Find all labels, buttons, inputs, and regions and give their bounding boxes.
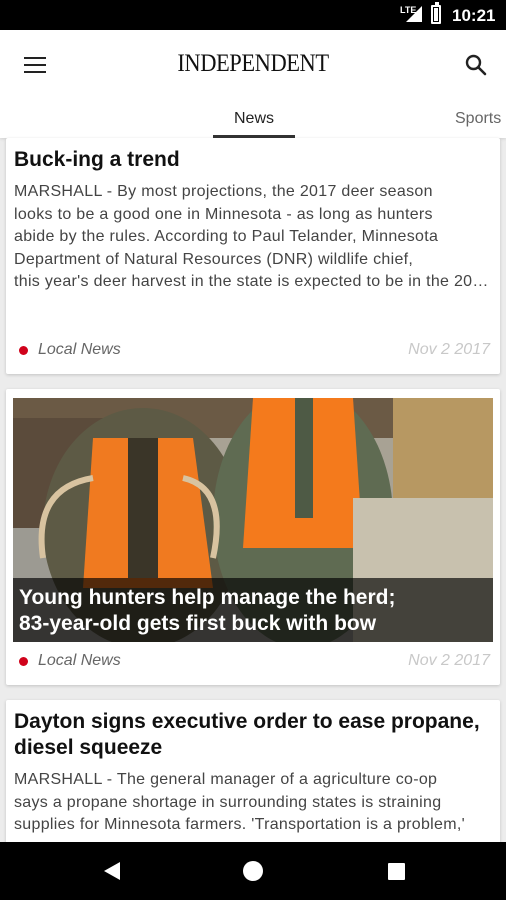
article-category[interactable]: Local News xyxy=(38,341,121,359)
article-excerpt: MARSHALL - By most projections, the 2017… xyxy=(14,181,492,294)
article-card[interactable]: Dayton signs executive order to ease pro… xyxy=(6,700,500,860)
article-excerpt: MARSHALL - The general manager of a agri… xyxy=(14,769,492,837)
article-title: Buck-ing a trend xyxy=(14,148,180,171)
back-icon[interactable] xyxy=(104,862,120,880)
excerpt-line: looks to be a good one in Minnesota - as… xyxy=(14,205,433,223)
excerpt-line: says a propane shortage in surrounding s… xyxy=(14,793,442,811)
title-line: Young hunters help manage the herd; xyxy=(19,586,396,609)
excerpt-line: supplies for Minnesota farmers. 'Transpo… xyxy=(14,816,465,834)
article-photo[interactable]: Young hunters help manage the herd; 83-y… xyxy=(13,398,493,642)
article-meta: Local News Nov 2 2017 xyxy=(14,651,490,671)
title-line: diesel squeeze xyxy=(14,736,163,759)
title-line: Dayton signs executive order to ease pro… xyxy=(14,710,480,733)
article-category[interactable]: Local News xyxy=(38,652,121,670)
recents-icon[interactable] xyxy=(388,863,405,880)
tab-news[interactable]: News xyxy=(213,110,295,138)
article-date: Nov 2 2017 xyxy=(408,341,490,358)
system-nav-bar xyxy=(0,842,506,900)
app-title: INDEPENDENT xyxy=(177,50,329,77)
status-bar: LTE 10:21 xyxy=(0,0,506,30)
excerpt-line: MARSHALL - The general manager of a agri… xyxy=(14,771,438,788)
excerpt-line: this year's deer harvest in the state is… xyxy=(14,273,492,291)
article-card[interactable]: Buck-ing a trend MARSHALL - By most proj… xyxy=(6,138,500,374)
clock: 10:21 xyxy=(452,6,496,25)
article-title: Young hunters help manage the herd; 83-y… xyxy=(19,585,487,637)
home-icon[interactable] xyxy=(243,861,263,881)
article-date: Nov 2 2017 xyxy=(408,652,490,669)
excerpt-line: Department of Natural Resources (DNR) wi… xyxy=(14,250,414,268)
article-meta: Local News Nov 2 2017 xyxy=(14,340,490,360)
app-bar: INDEPENDENT News Sports xyxy=(0,30,506,138)
article-card[interactable]: Young hunters help manage the herd; 83-y… xyxy=(6,389,500,685)
category-dot-icon xyxy=(19,346,28,355)
article-title: Dayton signs executive order to ease pro… xyxy=(14,709,492,761)
excerpt-line: abide by the rules. According to Paul Te… xyxy=(14,228,439,246)
photo-caption: Young hunters help manage the herd; 83-y… xyxy=(13,578,493,642)
tab-sports[interactable]: Sports xyxy=(455,110,501,128)
search-icon[interactable] xyxy=(456,48,494,82)
tab-bar: News Sports xyxy=(0,108,506,138)
signal-icon xyxy=(406,6,422,22)
title-line: 83-year-old gets first buck with bow xyxy=(19,612,377,635)
category-dot-icon xyxy=(19,657,28,666)
excerpt-line: MARSHALL - By most projections, the 2017… xyxy=(14,183,433,200)
battery-icon xyxy=(431,2,441,24)
